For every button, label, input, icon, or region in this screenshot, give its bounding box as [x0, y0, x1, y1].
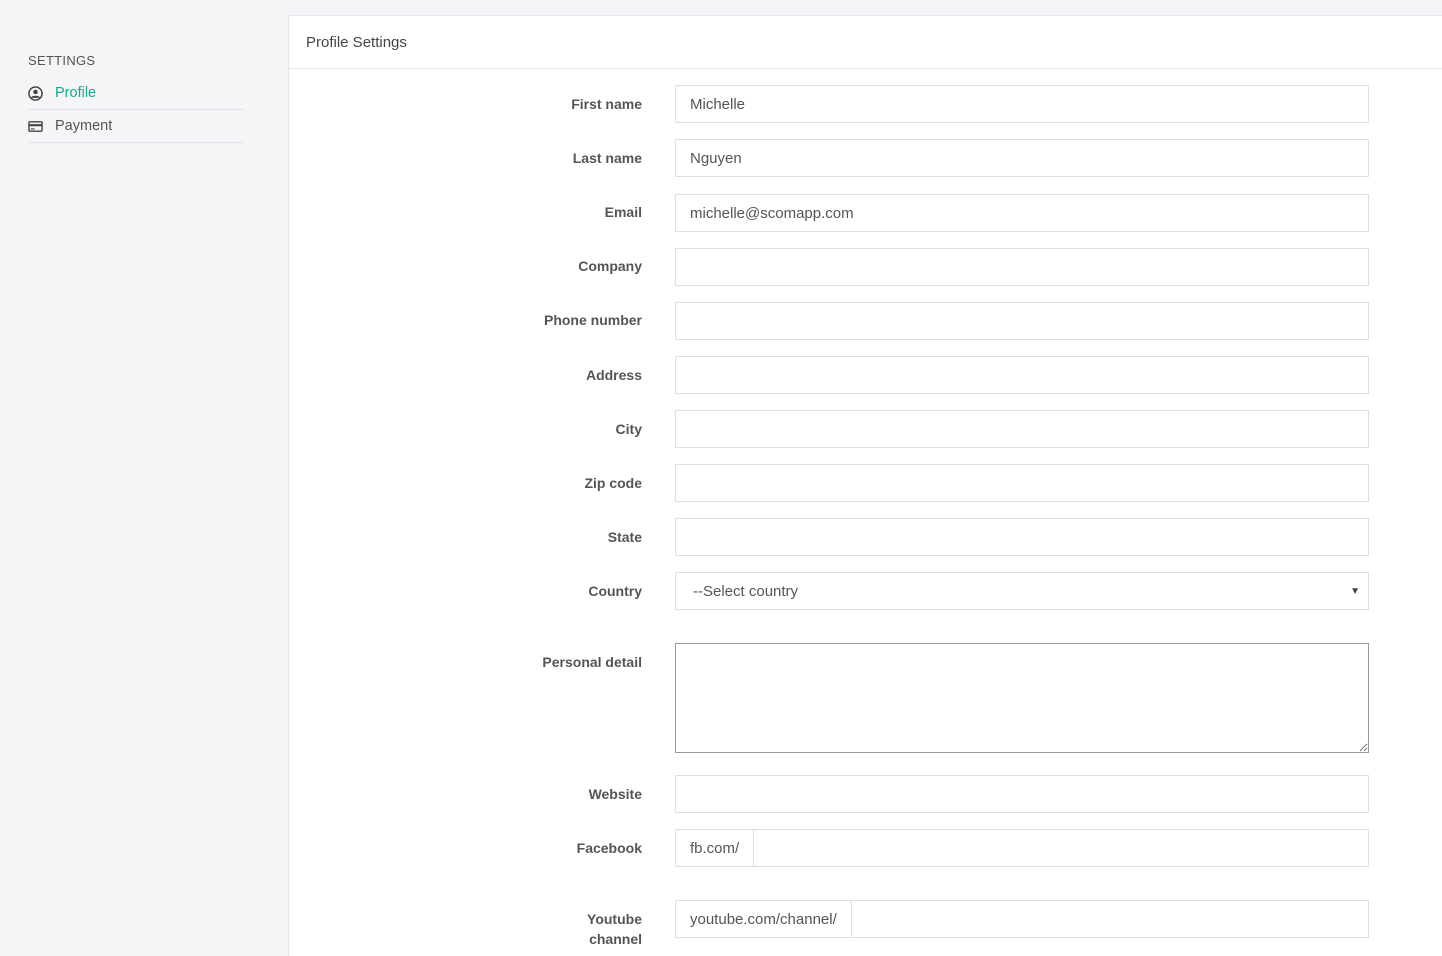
country-label: Country [588, 583, 642, 599]
sidebar-item-label: Profile [55, 85, 97, 101]
website-label: Website [588, 786, 642, 802]
zip-input[interactable] [675, 464, 1369, 502]
facebook-input[interactable] [753, 829, 1369, 867]
last-name-label: Last name [572, 150, 642, 166]
address-input[interactable] [675, 356, 1369, 394]
sidebar-item-profile[interactable]: Profile [28, 77, 244, 110]
youtube-prefix: youtube.com/channel/ [675, 900, 851, 938]
first-name-label: First name [571, 96, 642, 112]
email-label: Email [604, 204, 642, 220]
city-input[interactable] [675, 410, 1369, 448]
caret-down-icon: ▼ [1350, 585, 1360, 597]
personal-detail-label: Personal detail [542, 654, 642, 670]
credit-card-icon [28, 119, 43, 134]
facebook-label: Facebook [576, 840, 642, 856]
company-input[interactable] [675, 248, 1369, 286]
youtube-label: Youtube channel [392, 909, 642, 949]
company-label: Company [578, 258, 642, 274]
facebook-input-group: fb.com/ [675, 829, 1369, 867]
sidebar-item-label: Payment [55, 118, 113, 134]
youtube-input-group: youtube.com/channel/ [675, 900, 1369, 938]
city-label: City [615, 421, 642, 437]
main-panel: Profile Settings First name Last name Em… [288, 15, 1442, 956]
page-title: Profile Settings [289, 16, 1442, 69]
sidebar: SETTINGS Profile Payment [0, 0, 288, 948]
email-input[interactable] [675, 194, 1369, 232]
phone-label: Phone number [543, 312, 642, 328]
state-input[interactable] [675, 518, 1369, 556]
youtube-input[interactable] [850, 900, 1369, 938]
phone-input[interactable] [675, 302, 1369, 340]
country-selected-value: --Select country [693, 582, 799, 600]
youtube-label-line2: channel [589, 931, 642, 947]
last-name-input[interactable] [675, 139, 1369, 177]
facebook-prefix: fb.com/ [675, 829, 754, 867]
first-name-input[interactable] [675, 85, 1369, 123]
state-label: State [607, 529, 642, 545]
sidebar-item-payment[interactable]: Payment [28, 110, 244, 143]
user-circle-icon [28, 85, 43, 101]
address-label: Address [585, 367, 642, 383]
sidebar-heading: SETTINGS [28, 53, 96, 68]
zip-label: Zip code [584, 475, 642, 491]
youtube-label-line1: Youtube [587, 911, 642, 927]
personal-detail-textarea[interactable] [675, 643, 1369, 753]
country-select[interactable]: --Select country ▼ [675, 572, 1369, 610]
website-input[interactable] [675, 775, 1369, 813]
